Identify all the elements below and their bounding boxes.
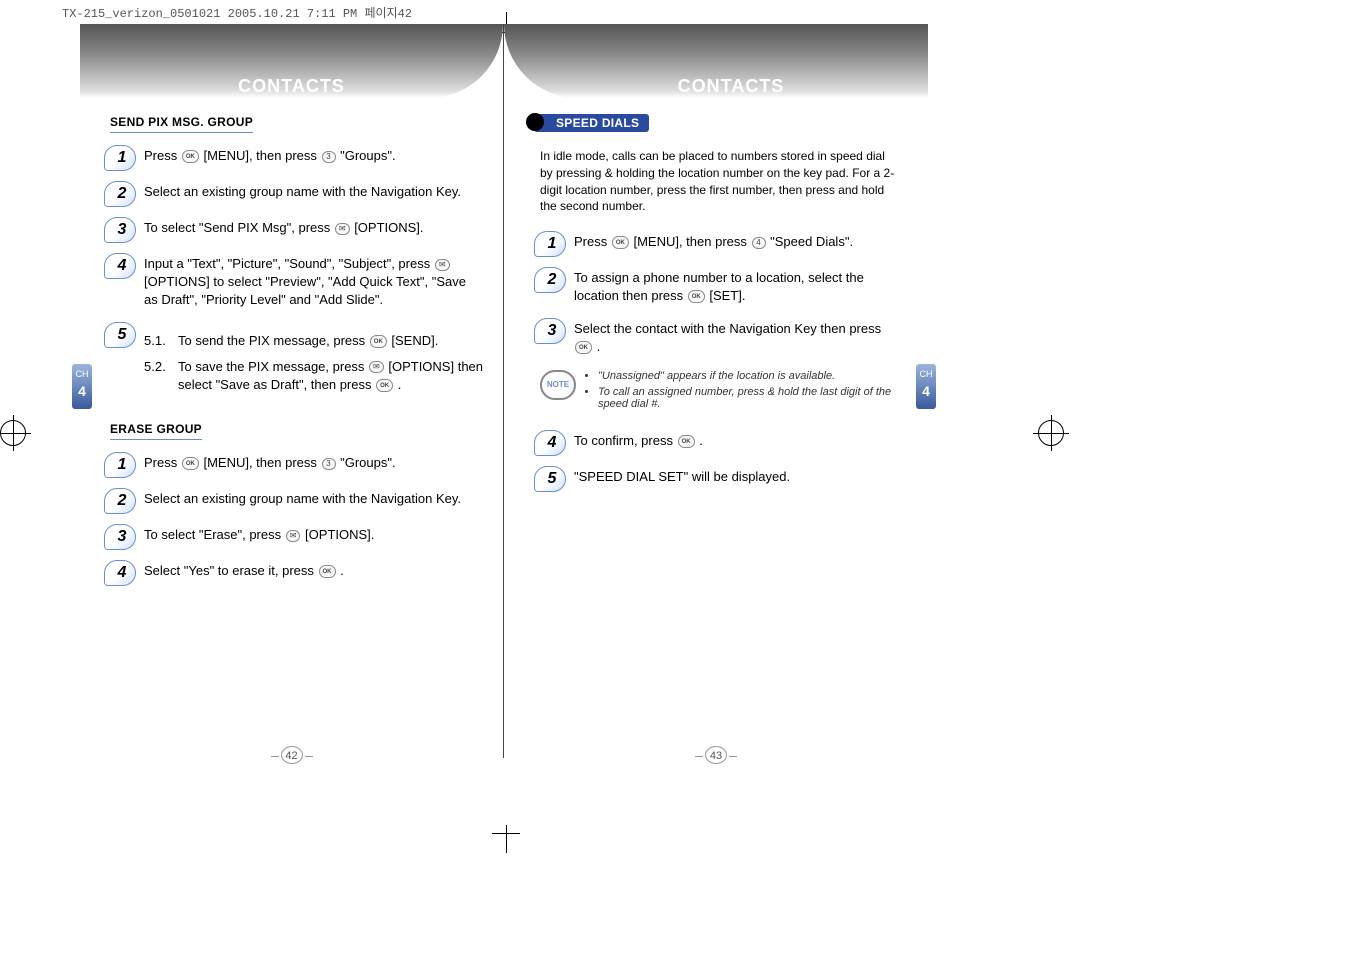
- step-number-icon: 3: [110, 526, 134, 548]
- note-box: NOTE "Unassigned" appears if the locatio…: [540, 370, 898, 414]
- step-number-icon: 5: [110, 324, 134, 346]
- header-title: CONTACTS: [80, 24, 503, 97]
- step-text: Select the contact with the Navigation K…: [574, 320, 898, 356]
- page-number-right: 43: [693, 746, 739, 764]
- step: 1 Press [MENU], then press 3 "Groups".: [110, 454, 483, 476]
- step: 3 To select "Erase", press [OPTIONS].: [110, 526, 483, 548]
- ok-key-icon: [376, 379, 393, 392]
- ok-key-icon: [319, 565, 336, 578]
- step-number-icon: 3: [110, 219, 134, 241]
- content-left: SEND PIX MSG. GROUP 1 Press [MENU], then…: [80, 108, 503, 584]
- step-text: Select "Yes" to erase it, press .: [144, 562, 483, 580]
- step-number-icon: 4: [110, 255, 134, 277]
- step: 4 Select "Yes" to erase it, press .: [110, 562, 483, 584]
- step-number-icon: 3: [540, 320, 564, 342]
- step-number-icon: 1: [540, 233, 564, 255]
- page-left: CONTACTS CH 4 SEND PIX MSG. GROUP 1 Pres…: [80, 24, 504, 758]
- step: 4 Input a "Text", "Picture", "Sound", "S…: [110, 255, 483, 310]
- step-text: Press [MENU], then press 3 "Groups".: [144, 147, 483, 165]
- substep-number: 5.2.: [144, 358, 172, 394]
- four-key-icon: 4: [752, 237, 766, 249]
- step-text: Select an existing group name with the N…: [144, 183, 483, 201]
- camera-key-icon: [286, 530, 301, 542]
- step-text: To select "Send PIX Msg", press [OPTIONS…: [144, 219, 483, 237]
- section-pill-speed-dials: SPEED DIALS: [534, 114, 649, 132]
- intro-text: In idle mode, calls can be placed to num…: [540, 148, 898, 215]
- chapter-tab-left: CH 4: [72, 364, 92, 409]
- chapter-number: 4: [918, 384, 934, 399]
- registration-mark-right-icon: [1038, 420, 1064, 446]
- step: 1 Press [MENU], then press 3 "Groups".: [110, 147, 483, 169]
- step-number-icon: 2: [110, 490, 134, 512]
- ok-key-icon: [612, 236, 629, 249]
- substep-number: 5.1.: [144, 332, 172, 350]
- step-number-icon: 1: [110, 454, 134, 476]
- note-badge-icon: NOTE: [540, 370, 576, 400]
- chapter-label: CH: [76, 369, 89, 379]
- ok-key-icon: [688, 290, 705, 303]
- page-header-right: CONTACTS: [504, 24, 928, 98]
- step-text: Press [MENU], then press 4 "Speed Dials"…: [574, 233, 898, 251]
- step: 3 Select the contact with the Navigation…: [540, 320, 898, 356]
- step-number-icon: 5: [540, 468, 564, 490]
- step-text: To select "Erase", press [OPTIONS].: [144, 526, 483, 544]
- ok-key-icon: [575, 341, 592, 354]
- step-text: Select an existing group name with the N…: [144, 490, 483, 508]
- camera-key-icon: [335, 223, 350, 235]
- content-right: SPEED DIALS In idle mode, calls can be p…: [504, 108, 928, 490]
- step-number-icon: 4: [540, 432, 564, 454]
- subhead-erase-group: ERASE GROUP: [110, 422, 202, 440]
- page-right: CONTACTS CH 4 SPEED DIALS In idle mode, …: [504, 24, 928, 758]
- step-text: Input a "Text", "Picture", "Sound", "Sub…: [144, 255, 483, 310]
- step-text: Press [MENU], then press 3 "Groups".: [144, 454, 483, 472]
- ok-key-icon: [182, 150, 199, 163]
- note-list: "Unassigned" appears if the location is …: [586, 370, 898, 414]
- step-text: 5.1. To send the PIX message, press [SEN…: [144, 324, 483, 395]
- step: 4 To confirm, press .: [540, 432, 898, 454]
- chapter-number: 4: [74, 384, 90, 399]
- step: 2 Select an existing group name with the…: [110, 183, 483, 205]
- ok-key-icon: [182, 457, 199, 470]
- step-number-icon: 1: [110, 147, 134, 169]
- step-number-icon: 4: [110, 562, 134, 584]
- source-line: TX-215_verizon_0501021 2005.10.21 7:11 P…: [62, 4, 412, 21]
- step: 5 5.1. To send the PIX message, press [S…: [110, 324, 483, 395]
- camera-key-icon: [369, 361, 384, 373]
- step: 5 "SPEED DIAL SET" will be displayed.: [540, 468, 898, 490]
- page-header-left: CONTACTS: [80, 24, 503, 98]
- subhead-send-pix: SEND PIX MSG. GROUP: [110, 115, 253, 133]
- step: 1 Press [MENU], then press 4 "Speed Dial…: [540, 233, 898, 255]
- page-number-left: 42: [269, 746, 315, 764]
- step: 3 To select "Send PIX Msg", press [OPTIO…: [110, 219, 483, 241]
- crop-mark-bottom-icon: [492, 815, 522, 845]
- header-title: CONTACTS: [504, 24, 928, 97]
- three-key-icon: 3: [322, 458, 336, 470]
- step-number-icon: 2: [110, 183, 134, 205]
- chapter-tab-right: CH 4: [916, 364, 936, 409]
- ok-key-icon: [370, 335, 387, 348]
- step-text: To assign a phone number to a location, …: [574, 269, 898, 305]
- camera-key-icon: [435, 259, 450, 271]
- ok-key-icon: [678, 435, 695, 448]
- three-key-icon: 3: [322, 151, 336, 163]
- note-item: To call an assigned number, press & hold…: [598, 386, 898, 410]
- note-item: "Unassigned" appears if the location is …: [598, 370, 898, 382]
- step: 2 To assign a phone number to a location…: [540, 269, 898, 305]
- step-number-icon: 2: [540, 269, 564, 291]
- chapter-label: CH: [920, 369, 933, 379]
- registration-mark-left-icon: [0, 420, 26, 446]
- step-text: "SPEED DIAL SET" will be displayed.: [574, 468, 898, 486]
- step-text: To confirm, press .: [574, 432, 898, 450]
- step: 2 Select an existing group name with the…: [110, 490, 483, 512]
